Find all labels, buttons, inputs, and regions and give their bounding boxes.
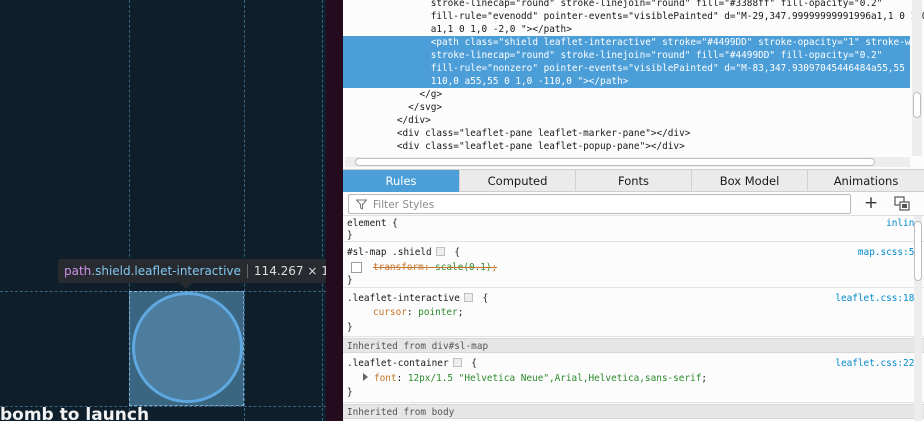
- element-tooltip: path .shield.leaflet-interactive 114.267…: [58, 259, 326, 289]
- filter-styles-input[interactable]: [373, 197, 843, 212]
- rule-close-brace: }: [347, 230, 353, 241]
- shield-circle[interactable]: [132, 292, 243, 403]
- add-rule-button[interactable]: +: [861, 194, 881, 214]
- rule-selector[interactable]: #sl-map .shield: [347, 247, 432, 258]
- filter-icon: [356, 199, 367, 210]
- rule-selector[interactable]: .leaflet-interactive: [347, 293, 460, 304]
- markup-line[interactable]: </div>: [343, 114, 910, 127]
- page-preview: path .shield.leaflet-interactive 114.267…: [0, 0, 326, 421]
- scrollbar-thumb[interactable]: [355, 158, 875, 166]
- markup-line[interactable]: a1,1 0 1,0 -2,0 "></path>: [343, 23, 910, 36]
- scrollbar-thumb[interactable]: [914, 221, 922, 281]
- markup-line[interactable]: <div class="leaflet-pane leaflet-popup-p…: [343, 140, 910, 153]
- property-value[interactable]: scale(0.1): [435, 262, 491, 273]
- markup-line[interactable]: </svg>: [343, 101, 910, 114]
- tooltip-classes: .shield.leaflet-interactive: [91, 264, 241, 278]
- scrollbar-thumb[interactable]: [913, 92, 921, 118]
- tab-animations[interactable]: Animations: [808, 170, 924, 192]
- rule-source-link[interactable]: leaflet.css:183: [835, 293, 920, 305]
- markup-line[interactable]: <div class="leaflet-pane leaflet-marker-…: [343, 127, 910, 140]
- rule-element: element { } inline: [343, 216, 924, 242]
- guide-line: [244, 0, 245, 421]
- tab-computed[interactable]: Computed: [460, 170, 576, 192]
- tooltip-tag: path: [64, 264, 92, 278]
- rule-leaflet-container: .leaflet-container { font: 12px/1.5 "Hel…: [343, 354, 924, 403]
- tab-box-model[interactable]: Box Model: [692, 170, 808, 192]
- property-name[interactable]: font: [374, 373, 397, 384]
- highlight-selector-icon[interactable]: [463, 293, 473, 302]
- tooltip-separator: [246, 264, 248, 278]
- rule-selector[interactable]: element: [347, 218, 387, 229]
- panel-divider[interactable]: [326, 0, 343, 421]
- tooltip-dimensions: 114.267 × 114.267: [253, 264, 326, 278]
- filter-bar: +: [343, 192, 924, 216]
- rule-leaflet-interactive: .leaflet-interactive { cursor: pointer; …: [343, 289, 924, 337]
- property-checkbox[interactable]: [351, 262, 362, 273]
- rules-scrollbar[interactable]: [914, 216, 922, 421]
- inherited-header: Inherited from body: [343, 404, 924, 419]
- property-name[interactable]: cursor: [373, 307, 407, 318]
- rules-view: element { } inline #sl-map .shield { tra…: [343, 216, 924, 421]
- highlight-selector-icon[interactable]: [435, 247, 445, 256]
- markup-line[interactable]: </g>: [343, 88, 910, 101]
- markup-line[interactable]: fill-rule="evenodd" pointer-events="visi…: [343, 10, 924, 23]
- tab-fonts[interactable]: Fonts: [576, 170, 692, 192]
- markup-vertical-scrollbar[interactable]: [912, 0, 922, 156]
- expand-triangle-icon[interactable]: [363, 373, 368, 381]
- inherited-header: Inherited from div#sl-map: [343, 338, 924, 353]
- rule-source-link[interactable]: map.scss:55: [858, 247, 920, 259]
- pseudo-class-toggle-icon[interactable]: [894, 196, 912, 212]
- markup-horizontal-scrollbar[interactable]: [345, 157, 910, 167]
- filter-box[interactable]: [348, 194, 851, 214]
- devtools-panel: stroke-linecap="round" stroke-linejoin="…: [343, 0, 924, 421]
- tab-rules[interactable]: Rules: [343, 170, 460, 192]
- markup-line[interactable]: stroke-linecap="round" stroke-linejoin="…: [343, 0, 910, 10]
- markup-line-selected[interactable]: <path class="shield leaflet-interactive"…: [343, 36, 924, 49]
- rule-source-link[interactable]: leaflet.css:226: [835, 358, 920, 370]
- rule-close-brace: }: [347, 275, 353, 286]
- rule-close-brace: }: [347, 322, 353, 333]
- page-heading-fragment: bomb to launch: [0, 405, 150, 421]
- rule-selector[interactable]: .leaflet-container: [347, 358, 449, 369]
- markup-line-selected[interactable]: 110,0 a55,55 0 1,0 -110,0 "></path>: [343, 75, 910, 88]
- property-value[interactable]: 12px/1.5 "Helvetica Neue",Arial,Helvetic…: [408, 373, 702, 384]
- highlight-selector-icon[interactable]: [452, 358, 462, 367]
- rule-shield: #sl-map .shield { transform: scale(0.1);…: [343, 243, 924, 288]
- rule-close-brace: }: [347, 387, 353, 398]
- markup-line-selected[interactable]: stroke-linecap="round" stroke-linejoin="…: [343, 49, 910, 62]
- sidebar-tabs: Rules Computed Fonts Box Model Animation…: [343, 169, 924, 192]
- property-name[interactable]: transform: [373, 262, 424, 273]
- property-value[interactable]: pointer: [418, 307, 458, 318]
- guide-line: [322, 0, 323, 421]
- markup-line-selected[interactable]: fill-rule="nonzero" pointer-events="visi…: [343, 62, 924, 75]
- markup-view[interactable]: stroke-linecap="round" stroke-linejoin="…: [343, 0, 924, 168]
